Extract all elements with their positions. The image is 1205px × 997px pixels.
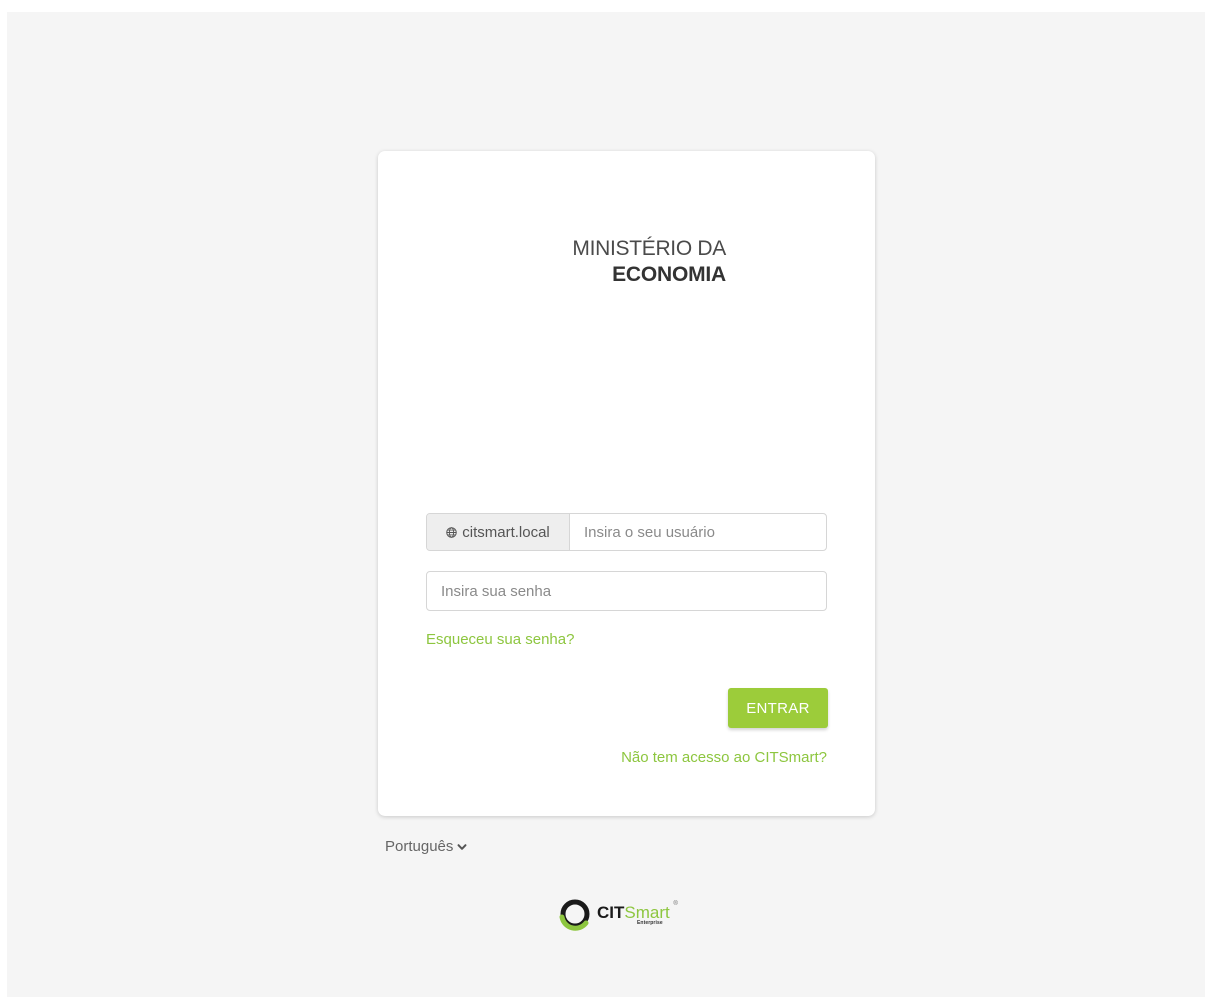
- brand-registered-mark: ®: [673, 901, 678, 907]
- no-access-link[interactable]: Não tem acesso ao CITSmart?: [621, 749, 827, 766]
- brand-subtitle: Enterprise: [637, 920, 663, 926]
- username-input-group: citsmart.local: [426, 513, 827, 551]
- brand-name-cit: CIT: [597, 903, 625, 922]
- organization-logo: MINISTÉRIO DA ECONOMIA: [556, 236, 726, 296]
- login-button[interactable]: ENTRAR: [728, 688, 828, 728]
- citsmart-logo-text: CITSmart Enterprise ®: [597, 897, 678, 931]
- citsmart-logo: CITSmart Enterprise ®: [558, 897, 678, 933]
- password-input[interactable]: [426, 571, 827, 611]
- brand-name: CITSmart: [597, 904, 670, 921]
- organization-name-line2: ECONOMIA: [612, 263, 726, 286]
- domain-addon: citsmart.local: [427, 514, 570, 550]
- organization-name-line1: MINISTÉRIO DA: [572, 237, 726, 260]
- citsmart-logo-icon: [559, 899, 590, 931]
- domain-label: citsmart.local: [462, 523, 550, 541]
- username-input[interactable]: [570, 514, 826, 550]
- globe-icon: [446, 526, 458, 538]
- chevron-down-icon: [457, 843, 467, 850]
- language-selector[interactable]: Português: [385, 838, 467, 855]
- language-label: Português: [385, 838, 454, 855]
- forgot-password-link[interactable]: Esqueceu sua senha?: [426, 631, 574, 648]
